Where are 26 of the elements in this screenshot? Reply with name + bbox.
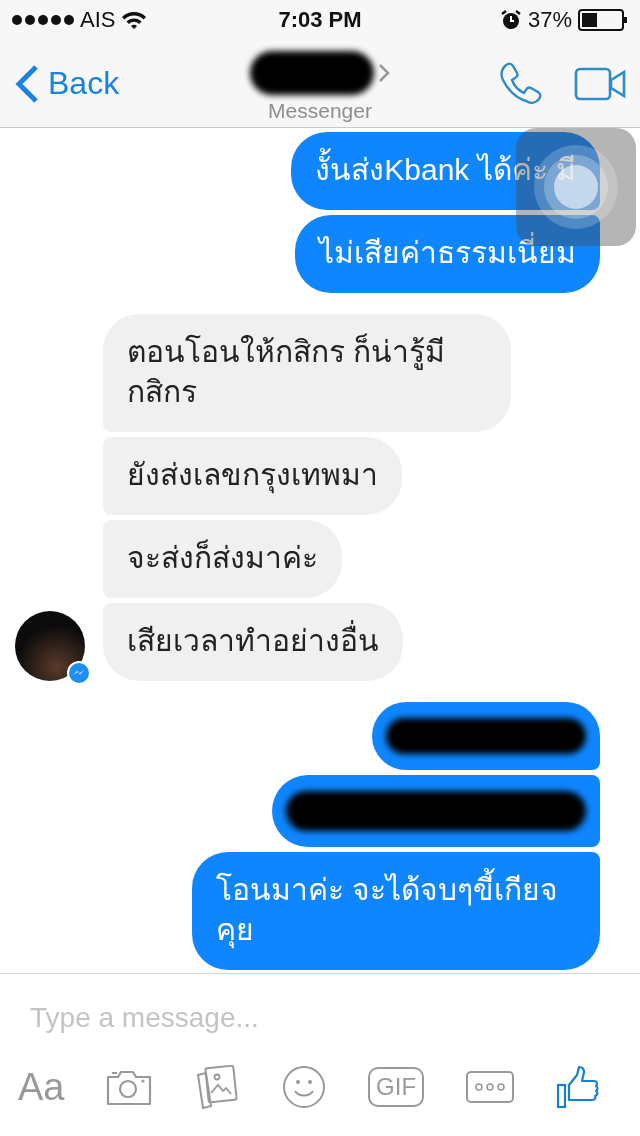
carrier-name: AIS <box>80 7 116 33</box>
wifi-icon <box>121 10 148 30</box>
gif-button[interactable]: GIF <box>368 1067 425 1107</box>
emoji-icon[interactable] <box>281 1064 328 1110</box>
messenger-badge-icon <box>67 661 91 685</box>
message-bubble: ยังส่งเลขกรุงเทพมา <box>103 437 402 515</box>
video-camera-icon[interactable] <box>574 66 626 101</box>
subtitle: Messenger <box>268 98 372 123</box>
more-icon[interactable] <box>465 1070 515 1104</box>
message-bubble: โอนมาค่ะ จะได้จบๆขี้เกียจคุย <box>192 852 600 970</box>
chevron-icon <box>378 62 390 83</box>
back-chevron-icon <box>14 63 40 104</box>
signal-icon <box>12 15 74 25</box>
battery-percentage: 37% <box>527 7 572 33</box>
battery-icon <box>578 9 628 31</box>
phone-icon[interactable] <box>498 60 544 107</box>
alarm-icon <box>499 9 522 31</box>
thumbs-up-icon[interactable] <box>555 1065 600 1109</box>
text-style-button[interactable]: Aa <box>18 1065 65 1109</box>
back-button[interactable]: Back <box>14 63 194 104</box>
message-bubble: ไม่เสียค่าธรรมเนี่ยม <box>295 215 600 293</box>
message-bubble: เสียเวลาทำอย่างอื่น <box>103 603 403 681</box>
clock-time: 7:03 PM <box>278 7 362 33</box>
message-bubble: ตอนโอนให้กสิกร ก็น่ารู้มีกสิกร <box>103 314 511 432</box>
camera-icon[interactable] <box>105 1068 154 1106</box>
message-bubble: จะส่งก็ส่งมาค่ะ <box>103 520 342 598</box>
